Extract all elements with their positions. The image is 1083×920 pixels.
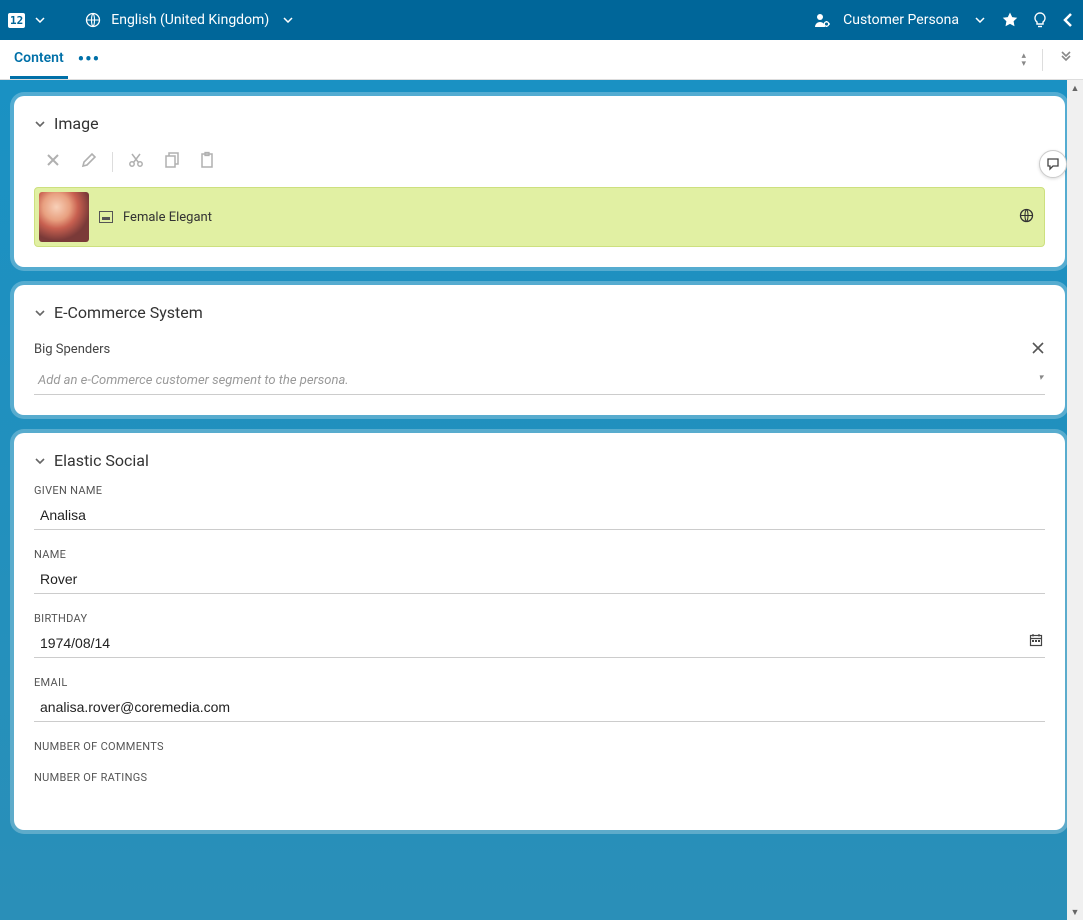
panel-image-title: Image: [54, 114, 99, 133]
locale-icon[interactable]: [1019, 208, 1034, 227]
collapse-chevron-icon[interactable]: [1061, 11, 1075, 29]
persona-chevron-down-icon[interactable]: [971, 17, 989, 23]
tab-separator: [1042, 49, 1043, 71]
copy-icon[interactable]: [159, 147, 185, 177]
field-name: NAME: [34, 548, 1045, 594]
collapse-all-chevron-icon[interactable]: [1059, 51, 1073, 69]
scroll-up-icon[interactable]: ▲: [1067, 80, 1083, 96]
panel-image: Image Female Elegant: [14, 96, 1065, 267]
field-num-ratings: NUMBER OF RATINGS: [34, 771, 1045, 784]
segment-value: Big Spenders: [34, 342, 110, 357]
panel-ecommerce-header[interactable]: E-Commerce System: [34, 303, 1045, 322]
work-area: Image Female Elegant: [0, 80, 1083, 920]
label-email: EMAIL: [34, 676, 1045, 689]
paste-icon[interactable]: [195, 147, 221, 177]
image-type-icon: [99, 211, 113, 223]
segment-input[interactable]: Add an e-Commerce customer segment to th…: [34, 369, 1045, 395]
link-toolbar: [34, 147, 1045, 177]
chevron-down-icon: [34, 454, 46, 468]
panel-ecommerce: E-Commerce System Big Spenders Add an e-…: [14, 285, 1065, 415]
panel-elastic-social: Elastic Social GIVEN NAME NAME BIRTHDAY …: [14, 433, 1065, 830]
input-given-name[interactable]: [34, 503, 1045, 530]
calendar-icon[interactable]: [1029, 633, 1043, 651]
doc-chevron-down-icon[interactable]: [31, 17, 49, 23]
lightbulb-icon[interactable]: [1031, 11, 1049, 29]
persona-label[interactable]: Customer Persona: [843, 12, 959, 28]
input-name[interactable]: [34, 567, 1045, 594]
scroll-down-icon[interactable]: ▼: [1067, 904, 1083, 920]
globe-icon: [85, 12, 101, 28]
panel-elastic-social-header[interactable]: Elastic Social: [34, 451, 1045, 470]
field-num-comments: NUMBER OF COMMENTS: [34, 740, 1045, 753]
remove-icon[interactable]: [40, 147, 66, 177]
field-email: EMAIL: [34, 676, 1045, 722]
panel-elastic-social-title: Elastic Social: [54, 451, 149, 470]
persona-icon: [813, 11, 831, 29]
star-icon[interactable]: [1001, 11, 1019, 29]
input-birthday[interactable]: [34, 631, 1045, 658]
toolbar-separator: [112, 152, 113, 172]
chevron-down-icon: [34, 117, 46, 131]
tab-more-icon[interactable]: •••: [78, 49, 100, 70]
segment-row: Big Spenders: [34, 336, 1045, 359]
label-num-ratings: NUMBER OF RATINGS: [34, 771, 1045, 784]
field-given-name: GIVEN NAME: [34, 484, 1045, 530]
field-birthday: BIRTHDAY: [34, 612, 1045, 658]
vertical-scrollbar[interactable]: ▲ ▼: [1067, 80, 1083, 920]
linked-image-label: Female Elegant: [123, 210, 212, 225]
header-bar: 12 English (United Kingdom) Customer Per…: [0, 0, 1083, 40]
panel-ecommerce-title: E-Commerce System: [54, 303, 203, 322]
cut-icon[interactable]: [123, 147, 149, 177]
chevron-down-icon: [34, 306, 46, 320]
label-birthday: BIRTHDAY: [34, 612, 1045, 625]
scroll-updown-icon[interactable]: ▴▾: [1021, 52, 1026, 68]
tab-strip: Content ••• ▴▾: [0, 40, 1083, 80]
label-num-comments: NUMBER OF COMMENTS: [34, 740, 1045, 753]
doc-type-badge: 12: [8, 13, 25, 28]
tab-content[interactable]: Content: [10, 40, 68, 79]
linked-image-thumbnail: [39, 192, 89, 242]
input-email[interactable]: [34, 695, 1045, 722]
edit-icon[interactable]: [76, 147, 102, 177]
chevron-down-icon[interactable]: ▾: [1038, 373, 1043, 383]
segment-placeholder: Add an e-Commerce customer segment to th…: [38, 373, 349, 388]
panel-image-header[interactable]: Image: [34, 114, 1045, 133]
label-name: NAME: [34, 548, 1045, 561]
language-chevron-down-icon[interactable]: [279, 17, 297, 23]
remove-segment-icon[interactable]: [1031, 340, 1045, 359]
label-given-name: GIVEN NAME: [34, 484, 1045, 497]
linked-image-item[interactable]: Female Elegant: [34, 187, 1045, 247]
language-label[interactable]: English (United Kingdom): [107, 12, 273, 28]
comment-bubble-icon[interactable]: [1039, 150, 1067, 178]
